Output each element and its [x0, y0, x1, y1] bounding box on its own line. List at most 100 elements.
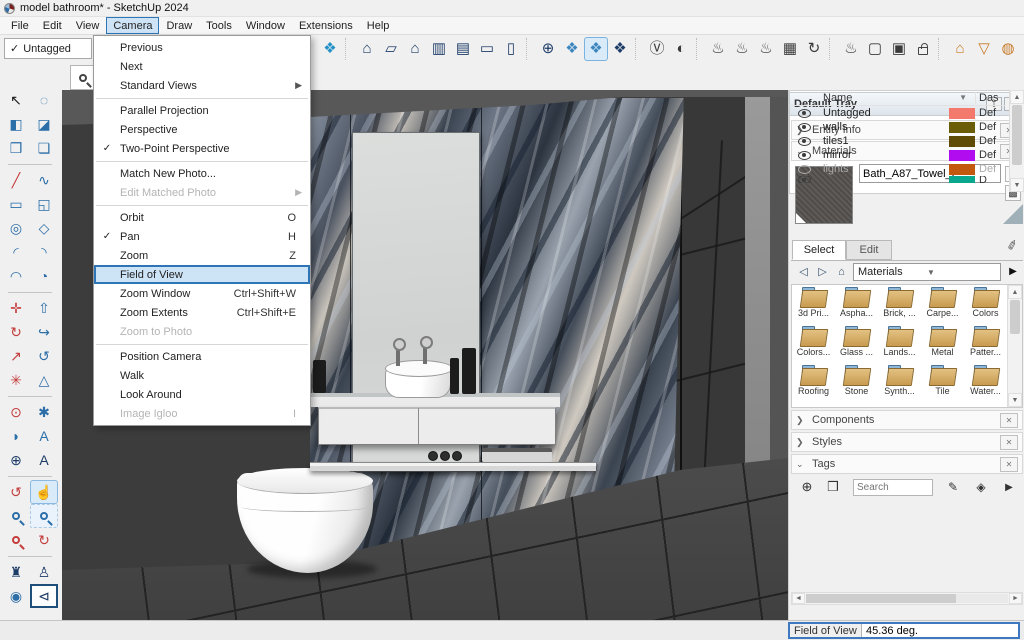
pie-tool[interactable]: ◔ [30, 264, 58, 288]
tag-details-button[interactable]: ▶ [999, 478, 1019, 496]
visibility-eye-icon[interactable] [798, 165, 811, 174]
scroll-down-icon[interactable]: ▼ [1010, 178, 1021, 192]
look-around-tool[interactable]: ◉ [2, 584, 30, 608]
colored-axes-icon[interactable]: ✳ [2, 368, 30, 392]
purge-tags-icon[interactable]: ◈ [971, 478, 991, 496]
menu-item-orbit[interactable]: OrbitO [94, 208, 310, 227]
lasso-tool[interactable]: ◌ [30, 88, 58, 112]
two-point-arc-tool[interactable]: ◝ [30, 240, 58, 264]
tag-color-swatch[interactable] [949, 150, 975, 161]
zoom-window-tool[interactable] [30, 504, 58, 528]
menu-item-zoom-extents[interactable]: Zoom ExtentsCtrl+Shift+E [94, 303, 310, 322]
menu-item-look-around[interactable]: Look Around [94, 385, 310, 404]
menu-item-edit-matched-photo[interactable]: Edit Matched Photo▶ [94, 183, 310, 202]
pencil-icon[interactable]: ✎ [943, 478, 963, 496]
view-back-icon[interactable]: ▤ [451, 37, 475, 61]
menu-item-standard-views[interactable]: Standard Views▶ [94, 76, 310, 95]
menubar-item-camera[interactable]: Camera [106, 17, 159, 34]
scroll-up-icon[interactable]: ▲ [1010, 90, 1021, 104]
tag-color-swatch[interactable] [949, 176, 975, 183]
vray-update-icon[interactable]: ↻ [802, 37, 826, 61]
name-column-header[interactable]: Name [823, 92, 959, 104]
view-bottom-icon[interactable]: ▯ [499, 37, 523, 61]
menubar-item-edit[interactable]: Edit [36, 17, 69, 34]
material-folder-colors[interactable]: Colors... [792, 326, 835, 365]
tag-row-walls[interactable]: wallsDef [789, 120, 1005, 134]
menu-item-previous[interactable]: Previous [94, 38, 310, 57]
paint-bucket-tool[interactable]: ◧ [2, 112, 30, 136]
tag-row-lights[interactable]: lightsDef [789, 162, 1005, 176]
scene-photo-icon-3[interactable]: ❖ [608, 37, 632, 61]
tag-color-swatch[interactable] [949, 122, 975, 133]
follow-me-tool[interactable]: ↪ [30, 320, 58, 344]
material-folder-water[interactable]: Water... [964, 365, 1007, 404]
visibility-eye-icon[interactable] [798, 109, 811, 118]
scene-photo-icon-2[interactable]: ❖ [584, 37, 608, 61]
text-tool[interactable]: A [30, 424, 58, 448]
zoom-tool[interactable] [2, 504, 30, 528]
menubar-item-window[interactable]: Window [239, 17, 292, 34]
material-folder-brick[interactable]: Brick, ... [878, 287, 921, 326]
tag-color-swatch[interactable] [949, 164, 975, 175]
menu-item-position-camera[interactable]: Position Camera [94, 347, 310, 366]
menubar-item-file[interactable]: File [4, 17, 36, 34]
tag-row-partial[interactable]: D [789, 176, 1005, 183]
visibility-eye-icon[interactable] [798, 176, 811, 183]
tags-close-button[interactable]: ✕ [1000, 457, 1018, 472]
freehand-tool[interactable]: ∿ [30, 168, 58, 192]
vray-lightgen-icon[interactable]: ⌂ [948, 37, 972, 61]
3d-text-tool[interactable]: A [30, 448, 58, 472]
rectangle-tool[interactable]: ▭ [2, 192, 30, 216]
visibility-eye-icon[interactable] [798, 123, 811, 132]
menu-item-match-new-photo[interactable]: Match New Photo... [94, 164, 310, 183]
select-tool[interactable]: ↖ [2, 88, 30, 112]
material-folder-stone[interactable]: Stone [835, 365, 878, 404]
vray-logo-icon[interactable]: Ⓥ [645, 37, 669, 61]
scroll-right-icon[interactable]: ► [1009, 593, 1022, 604]
vray-render-viewport-icon[interactable]: ♨ [754, 37, 778, 61]
forward-button[interactable]: ▷ [814, 263, 831, 280]
material-folder-tile[interactable]: Tile [921, 365, 964, 404]
menu-item-perspective[interactable]: Perspective [94, 120, 310, 139]
protractor-tool[interactable]: ◗ [2, 424, 30, 448]
sample-paint-corner[interactable] [1003, 204, 1023, 224]
triangle-tool-icon[interactable]: △ [30, 368, 58, 392]
rotate-tool[interactable]: ↻ [2, 320, 30, 344]
menu-item-pan[interactable]: ✓PanH [94, 227, 310, 246]
menu-item-zoom-to-photo[interactable]: Zoom to Photo [94, 322, 310, 341]
tag-color-swatch[interactable] [949, 108, 975, 119]
add-tag-button[interactable]: ⊕ [797, 478, 817, 496]
scene-photo-icon-1[interactable]: ❖ [560, 37, 584, 61]
scroll-left-icon[interactable]: ◄ [792, 593, 805, 604]
materials-collection-dropdown[interactable]: Materials ▼ [853, 263, 1001, 281]
menu-item-zoom[interactable]: ZoomZ [94, 246, 310, 265]
material-folder-patter[interactable]: Patter... [964, 326, 1007, 365]
material-folder-3dpri[interactable]: 3d Pri... [792, 287, 835, 326]
menu-item-next[interactable]: Next [94, 57, 310, 76]
menu-item-field-of-view[interactable]: Field of View [94, 265, 310, 284]
styles-close-button[interactable]: ✕ [1000, 435, 1018, 450]
vray-vfb-window-icon[interactable]: ▢ [863, 37, 887, 61]
tag-row-tiles1[interactable]: tiles1Def [789, 134, 1005, 148]
field-of-view-tool[interactable]: ⊲ [30, 584, 58, 608]
move-tool[interactable]: ✛ [2, 296, 30, 320]
scale-tool[interactable]: ↗ [2, 344, 30, 368]
tag-row-mirror[interactable]: mirrorDef [789, 148, 1005, 162]
vray-frame-buffer-icon[interactable]: ▦ [778, 37, 802, 61]
menu-item-two-point-perspective[interactable]: ✓Two-Point Perspective [94, 139, 310, 158]
tag-search-input[interactable] [853, 479, 933, 496]
crosshair-tool[interactable]: ⊕ [2, 448, 30, 472]
three-point-arc-tool[interactable]: ◠ [2, 264, 30, 288]
scroll-thumb[interactable] [806, 594, 956, 603]
menubar-item-tools[interactable]: Tools [199, 17, 239, 34]
tags-table-header[interactable]: Name ▼ Das [789, 90, 1005, 106]
menubar-item-help[interactable]: Help [360, 17, 397, 34]
vray-render-last-icon[interactable]: ♨ [839, 37, 863, 61]
menu-item-zoom-window[interactable]: Zoom WindowCtrl+Shift+W [94, 284, 310, 303]
circle-tool[interactable]: ◎ [2, 216, 30, 240]
vray-rect-light-icon[interactable]: ▽ [972, 37, 996, 61]
tag-color-swatch[interactable] [949, 136, 975, 147]
menubar-item-view[interactable]: View [69, 17, 107, 34]
view-iso-icon[interactable]: ⌂ [355, 37, 379, 61]
camera-target-icon[interactable]: ⊕ [536, 37, 560, 61]
